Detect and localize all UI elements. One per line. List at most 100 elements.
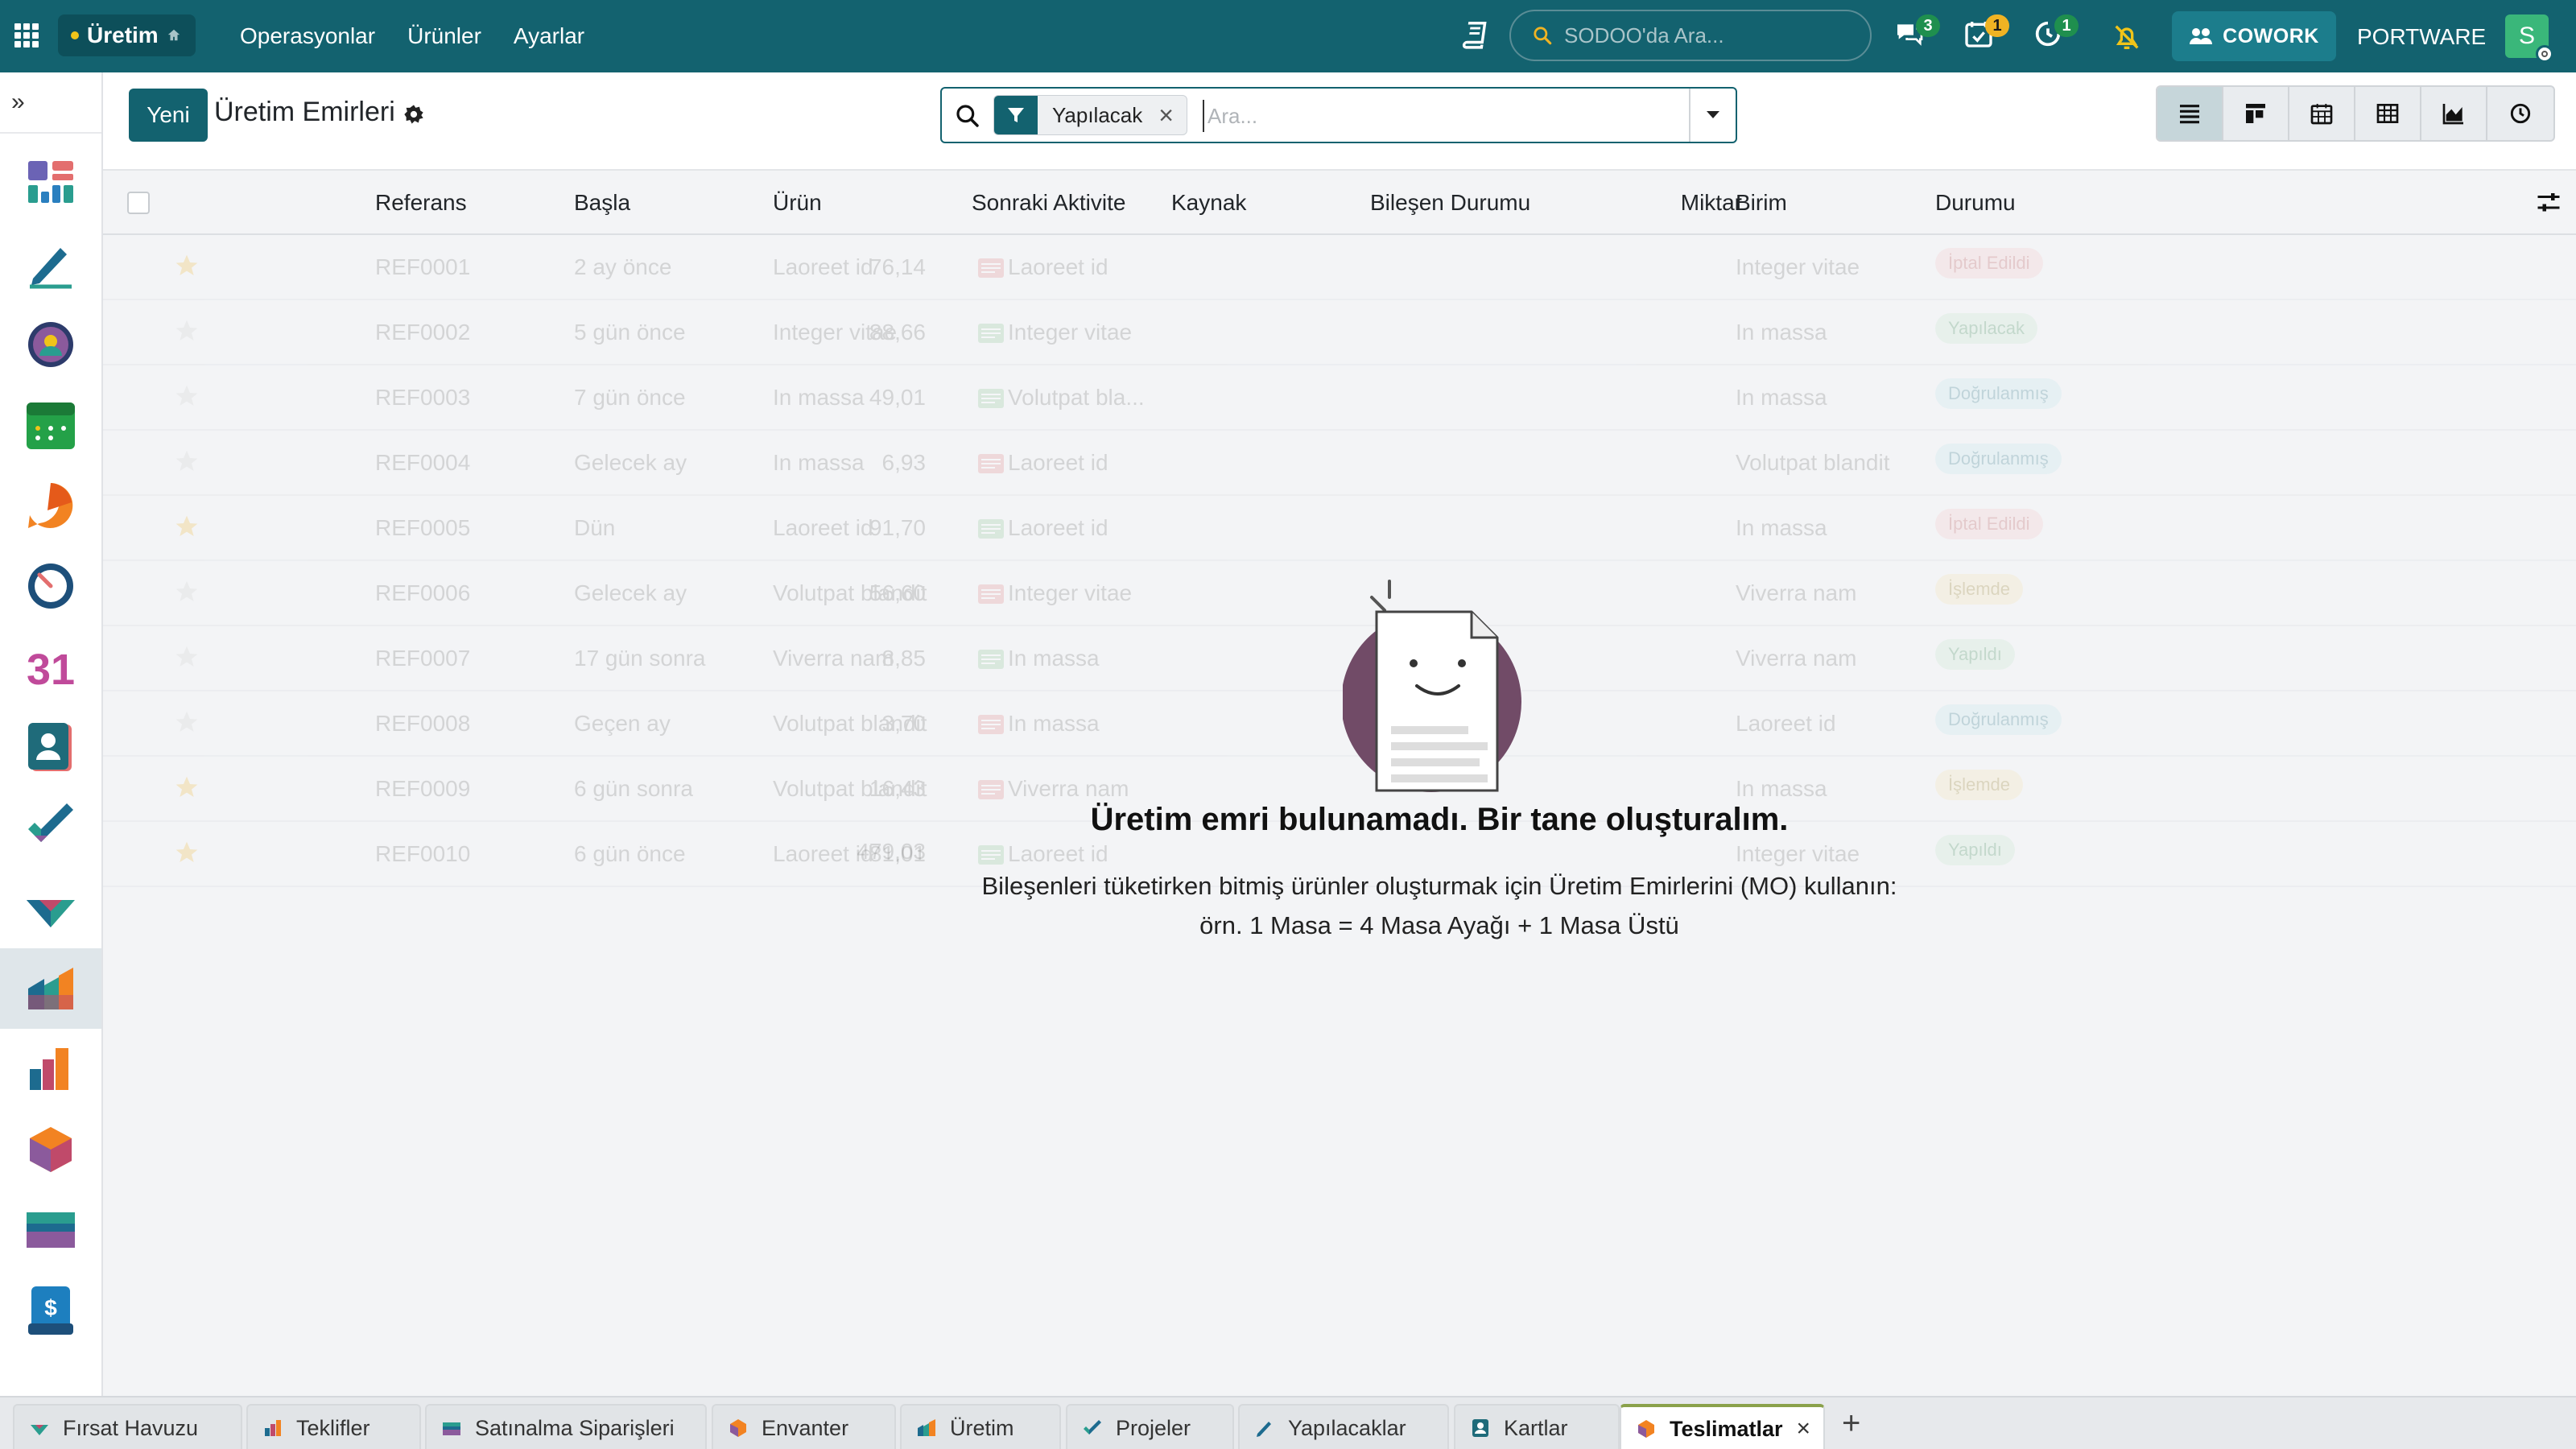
- sidebar-app-team[interactable]: [0, 304, 101, 385]
- empty-document-illustration-icon: [1343, 580, 1521, 792]
- list-icon: [2180, 105, 2199, 124]
- menu-ayarlar[interactable]: Ayarlar: [514, 23, 584, 49]
- sidebar-app-discuss[interactable]: [0, 465, 101, 546]
- sidebar-app-calendar-31[interactable]: 31: [0, 626, 101, 707]
- cell-quantity: 76,14: [869, 254, 926, 279]
- sidebar-app-timesheet[interactable]: [0, 546, 101, 626]
- menu-urunler[interactable]: Ürünler: [407, 23, 481, 49]
- activities-button[interactable]: 1: [1963, 14, 2009, 53]
- inventory-icon: [1638, 1420, 1654, 1438]
- timer-button[interactable]: 1: [2032, 14, 2079, 53]
- activity-view-button[interactable]: [2487, 87, 2553, 140]
- sidebar-app-purchase[interactable]: [0, 1190, 101, 1270]
- status-badge: İptal Edildi: [1935, 248, 2043, 279]
- cell-start: Geçen ay: [574, 711, 671, 736]
- tab-projeler[interactable]: Projeler: [1066, 1404, 1234, 1449]
- cell-quantity: 91,70: [869, 515, 926, 540]
- tab-teklifler[interactable]: Teklifler: [246, 1404, 421, 1449]
- sidebar-app-todo[interactable]: [0, 224, 101, 304]
- activity-type-icon: [978, 454, 1004, 473]
- cell-start: 5 gün önce: [574, 320, 686, 345]
- priority-star-icon: [175, 580, 198, 601]
- column-header-durumu[interactable]: Durumu: [1935, 190, 2016, 216]
- empty-state-line-2: örn. 1 Masa = 4 Masa Ayağı + 1 Masa Üstü: [1199, 911, 1679, 939]
- column-header-birim[interactable]: Birim: [1736, 190, 1787, 216]
- add-tab-button[interactable]: +: [1842, 1406, 1860, 1442]
- cell-product: Laoreet id: [773, 515, 873, 540]
- tab-uretim[interactable]: Üretim: [900, 1404, 1061, 1449]
- remove-facet-icon[interactable]: ×: [1158, 102, 1187, 128]
- status-badge: Yapılacak: [1935, 313, 2037, 344]
- column-options-icon[interactable]: [2534, 188, 2563, 217]
- column-header-bilesen-durumu[interactable]: Bileşen Durumu: [1370, 190, 1530, 216]
- bell-slash-icon[interactable]: [2111, 21, 2143, 53]
- sidebar-app-inventory[interactable]: [0, 1109, 101, 1190]
- status-badge: Doğrulanmış: [1935, 444, 2062, 474]
- column-header-miktar[interactable]: Miktar: [1681, 190, 1742, 216]
- cowork-button[interactable]: COWORK: [2172, 11, 2336, 61]
- graph-view-button[interactable]: [2421, 87, 2487, 140]
- pivot-view-button[interactable]: [2355, 87, 2421, 140]
- calendar-app-icon: [27, 402, 75, 449]
- sidebar-expand-button[interactable]: »: [0, 72, 101, 134]
- sidebar-app-invoicing[interactable]: $: [0, 1270, 101, 1351]
- column-header-kaynak[interactable]: Kaynak: [1171, 190, 1246, 216]
- cell-start: Dün: [574, 515, 616, 540]
- table-row: REF0003 7 gün önce In massa Volutpat bla...…: [103, 365, 2576, 431]
- svg-text:31: 31: [27, 646, 75, 694]
- sidebar-app-sales[interactable]: [0, 1029, 101, 1109]
- project-icon: [1084, 1420, 1101, 1435]
- sidebar-app-contacts[interactable]: [0, 707, 101, 787]
- new-button[interactable]: Yeni: [129, 89, 208, 142]
- search-icon: [956, 105, 979, 127]
- tab-satinalma-siparisleri[interactable]: Satınalma Siparişleri: [425, 1404, 707, 1449]
- company-switcher[interactable]: PORTWARE: [2357, 24, 2486, 50]
- messages-button[interactable]: 3: [1893, 14, 1940, 53]
- apps-menu-icon[interactable]: [14, 23, 39, 47]
- tab-yapilacaklar[interactable]: Yapılacaklar: [1238, 1404, 1449, 1449]
- sidebar-app-project[interactable]: [0, 787, 101, 868]
- sidebar-app-calendar[interactable]: [0, 385, 101, 465]
- list-view: Referans Başla Ürün Sonraki Aktivite Kay…: [103, 171, 2576, 1396]
- sidebar-app-crm[interactable]: [0, 868, 101, 948]
- gear-icon[interactable]: [402, 103, 425, 126]
- crm-icon: [31, 1425, 48, 1435]
- manufacturing-factory-icon: [28, 968, 73, 1009]
- tab-kartlar[interactable]: Kartlar: [1454, 1404, 1620, 1449]
- cell-reference: REF0005: [375, 515, 471, 540]
- global-search-input[interactable]: SODOO'da Ara...: [1509, 10, 1872, 61]
- list-view-button[interactable]: [2157, 87, 2223, 140]
- calendar-view-button[interactable]: [2289, 87, 2355, 140]
- menu-operasyonlar[interactable]: Operasyonlar: [240, 23, 375, 49]
- tab-teslimatlar[interactable]: Teslimatlar ×: [1620, 1404, 1825, 1449]
- column-header-basla[interactable]: Başla: [574, 190, 630, 216]
- cell-reference: REF0001: [375, 254, 471, 279]
- close-tab-icon[interactable]: ×: [1796, 1415, 1810, 1443]
- app-sidebar: » 31 $: [0, 72, 103, 1396]
- table-row: REF0001 2 ay önce Laoreet id Laoreet id 76,1…: [103, 235, 2576, 300]
- select-all-checkbox[interactable]: [127, 192, 150, 214]
- tab-envanter[interactable]: Envanter: [712, 1404, 896, 1449]
- tab-firsat-havuzu[interactable]: Fırsat Havuzu: [13, 1404, 242, 1449]
- search-input[interactable]: [1203, 100, 1686, 132]
- tab-label: Projeler: [1116, 1415, 1191, 1440]
- priority-star-icon: [175, 450, 198, 471]
- documentation-book-icon[interactable]: [1459, 19, 1489, 50]
- column-header-urun[interactable]: Ürün: [773, 190, 822, 216]
- column-header-referans[interactable]: Referans: [375, 190, 467, 216]
- kanban-view-button[interactable]: [2223, 87, 2289, 140]
- column-header-sonraki-aktivite[interactable]: Sonraki Aktivite: [972, 190, 1125, 216]
- todo-pen-icon: [30, 248, 72, 289]
- filter-facet: Yapılacak ×: [993, 95, 1187, 135]
- sidebar-app-manufacturing[interactable]: [0, 948, 101, 1029]
- search-options-toggle[interactable]: [1689, 89, 1736, 142]
- activity-type-icon: [978, 324, 1004, 343]
- search-bar: Yapılacak ×: [940, 87, 1737, 143]
- sidebar-app-dashboards[interactable]: [0, 143, 101, 224]
- current-app-button[interactable]: Üretim: [58, 14, 196, 56]
- contacts-card-icon: [28, 723, 72, 771]
- empty-state-line-1: Bileşenleri tüketirken bitmiş ürünler ol…: [981, 872, 1897, 900]
- user-avatar[interactable]: S: [2505, 14, 2553, 63]
- cell-start: Gelecek ay: [574, 450, 687, 475]
- kanban-icon: [2246, 104, 2265, 123]
